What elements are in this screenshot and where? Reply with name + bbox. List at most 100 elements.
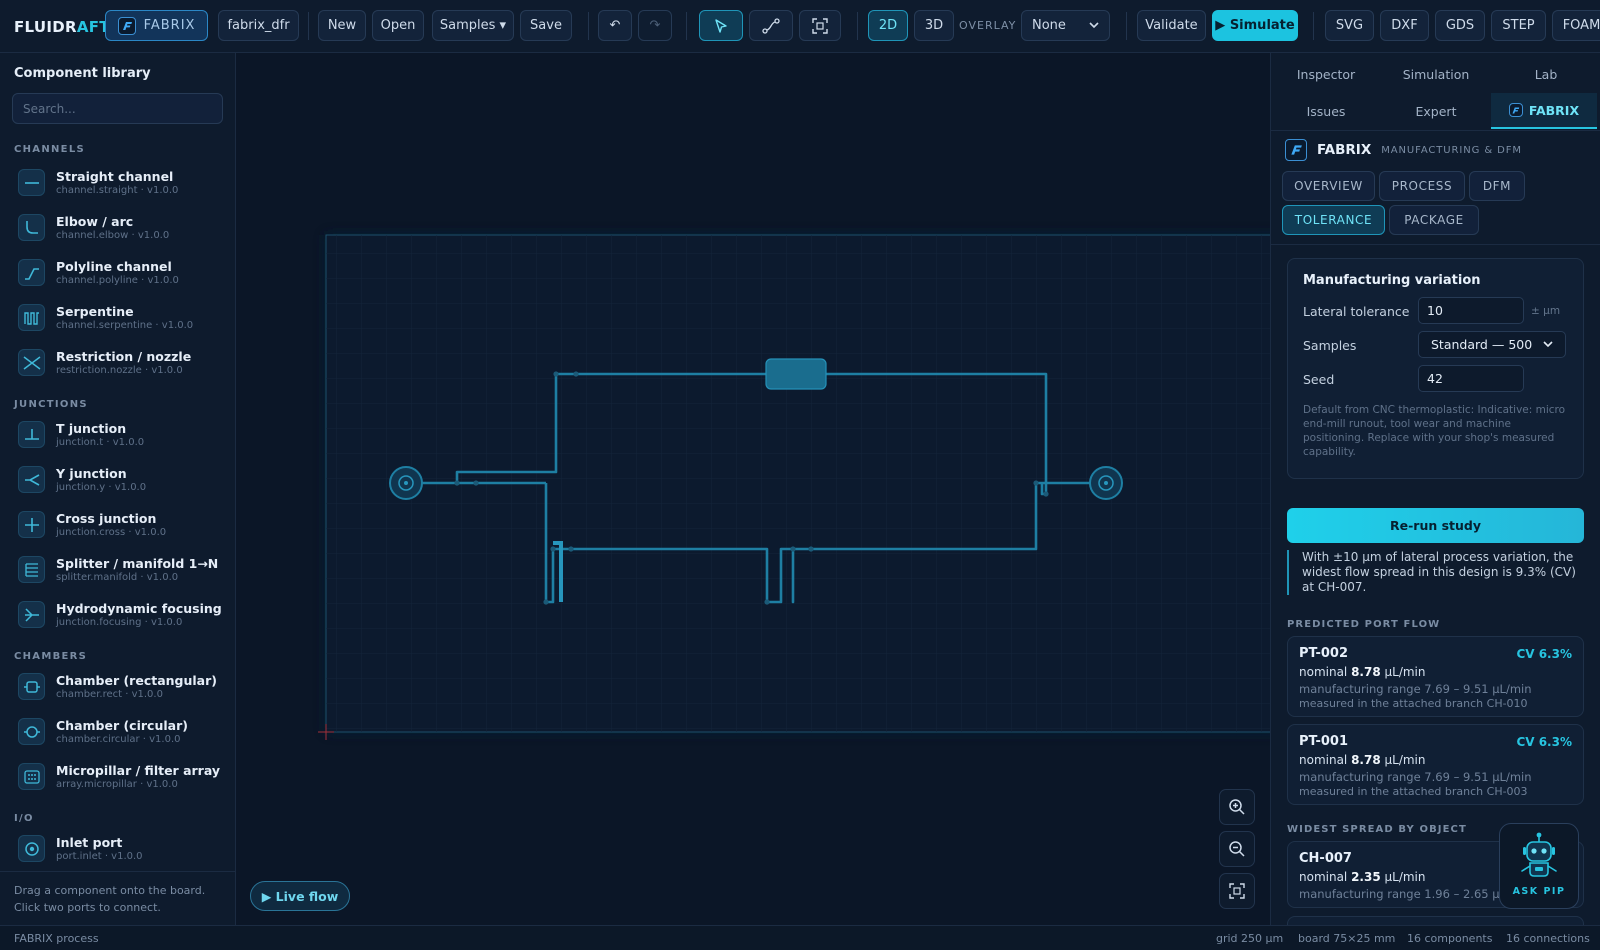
port-id: PT-001 bbox=[1299, 734, 1349, 749]
component-name: Cross junction bbox=[56, 511, 157, 526]
tab-divider bbox=[1271, 130, 1600, 131]
lateral-tolerance-input[interactable]: 10 bbox=[1418, 297, 1524, 324]
component-id: array.micropillar · v1.0.0 bbox=[56, 779, 178, 790]
samples-select[interactable]: Standard — 500 bbox=[1418, 331, 1566, 358]
view-3d-toggle[interactable]: 3D bbox=[914, 10, 954, 41]
tab-inspector[interactable]: Inspector bbox=[1271, 56, 1381, 92]
t-junction-icon bbox=[18, 421, 45, 448]
open-button[interactable]: Open bbox=[372, 10, 424, 41]
export-dxf-button[interactable]: DXF bbox=[1380, 10, 1429, 41]
new-button[interactable]: New bbox=[318, 10, 366, 41]
variation-title: Manufacturing variation bbox=[1303, 273, 1481, 288]
component-item[interactable]: Restriction / nozzle restriction.nozzle ·… bbox=[12, 343, 226, 385]
ask-pip-button[interactable]: ASK PIP bbox=[1499, 823, 1579, 909]
component-item[interactable]: Straight channel channel.straight · v1.0.… bbox=[12, 163, 226, 205]
fit-board-button[interactable] bbox=[1219, 873, 1255, 909]
file-name-field[interactable]: fabrix_dfr bbox=[218, 10, 299, 41]
tab-fabrix[interactable]: FABRIX bbox=[1491, 93, 1597, 129]
export-svg-button[interactable]: SVG bbox=[1325, 10, 1374, 41]
file-name: fabrix_dfr bbox=[227, 18, 290, 33]
port-flow-card[interactable]: PT-002 CV 6.3% nominal 8.78 µL/min manuf… bbox=[1287, 636, 1584, 717]
port-branch: measured in the attached branch CH-010 bbox=[1299, 697, 1528, 710]
board-drawing bbox=[318, 234, 1270, 740]
category-junctions: JUNCTIONS bbox=[14, 399, 88, 410]
validate-button[interactable]: Validate bbox=[1137, 10, 1206, 41]
zoom-in-icon bbox=[1229, 799, 1245, 815]
tab-issues[interactable]: Issues bbox=[1271, 93, 1381, 129]
subtab-dfm[interactable]: DFM bbox=[1469, 171, 1525, 201]
component-name: Y junction bbox=[56, 466, 127, 481]
component-item[interactable]: Polyline channel channel.polyline · v1.0.… bbox=[12, 253, 226, 295]
category-io: I/O bbox=[14, 813, 34, 824]
rect-chamber-icon bbox=[18, 673, 45, 700]
tab-expert[interactable]: Expert bbox=[1381, 93, 1491, 129]
component-id: chamber.rect · v1.0.0 bbox=[56, 689, 163, 700]
fabrix-mode-label: FABRIX bbox=[143, 18, 196, 33]
component-name: Splitter / manifold 1→N bbox=[56, 556, 219, 571]
component-item[interactable]: Splitter / manifold 1→N splitter.manifold… bbox=[12, 550, 226, 592]
subtab-tolerance[interactable]: TOLERANCE bbox=[1282, 205, 1385, 235]
object-spread-card[interactable] bbox=[1287, 916, 1584, 925]
component-item[interactable]: Micropillar / filter array array.micropil… bbox=[12, 757, 226, 799]
subtab-overview[interactable]: OVERVIEW bbox=[1282, 171, 1375, 201]
port-flow-card[interactable]: PT-001 CV 6.3% nominal 8.78 µL/min manuf… bbox=[1287, 724, 1584, 805]
toolbar-divider bbox=[308, 12, 309, 40]
status-grid: grid 250 µm bbox=[1216, 932, 1284, 945]
nominal-prefix: nominal bbox=[1299, 870, 1352, 884]
component-item[interactable]: T junction junction.t · v1.0.0 bbox=[12, 415, 226, 457]
component-item[interactable]: Serpentine channel.serpentine · v1.0.0 bbox=[12, 298, 226, 340]
port-id: PT-002 bbox=[1299, 646, 1349, 661]
seed-input[interactable]: 42 bbox=[1418, 365, 1524, 392]
component-name: Micropillar / filter array bbox=[56, 763, 221, 778]
export-gds-button[interactable]: GDS bbox=[1435, 10, 1485, 41]
component-item[interactable]: Inlet port port.inlet · v1.0.0 bbox=[12, 829, 226, 871]
live-flow-button[interactable]: ▶ Live flow bbox=[250, 881, 350, 911]
route-tool-button[interactable] bbox=[749, 10, 793, 41]
elbow-icon bbox=[18, 214, 45, 241]
tab-simulation[interactable]: Simulation bbox=[1381, 56, 1491, 92]
component-item[interactable]: Elbow / arc channel.elbow · v1.0.0 bbox=[12, 208, 226, 250]
subtab-package[interactable]: PACKAGE bbox=[1389, 205, 1479, 235]
inlet-port bbox=[389, 466, 423, 500]
design-canvas[interactable]: ▶ Live flow bbox=[236, 53, 1270, 925]
subtab-process[interactable]: PROCESS bbox=[1379, 171, 1465, 201]
rerun-study-button[interactable]: Re-run study bbox=[1287, 508, 1584, 543]
status-process: FABRIX process bbox=[14, 932, 99, 945]
fit-view-button[interactable] bbox=[799, 10, 841, 41]
polyline-icon bbox=[18, 259, 45, 286]
fabrix-logo-icon bbox=[1508, 103, 1523, 117]
redo-button[interactable]: ↷ bbox=[638, 10, 672, 41]
component-id: junction.focusing · v1.0.0 bbox=[56, 617, 183, 628]
app-logo: FLUIDRAFT bbox=[14, 18, 110, 36]
select-tool-button[interactable] bbox=[699, 10, 743, 41]
tab-lab[interactable]: Lab bbox=[1491, 56, 1600, 92]
nozzle-icon bbox=[18, 349, 45, 376]
component-id: junction.cross · v1.0.0 bbox=[56, 527, 167, 538]
port-flow-heading: PREDICTED PORT FLOW bbox=[1287, 619, 1441, 630]
export-foam-button[interactable]: FOAM bbox=[1552, 10, 1600, 41]
save-button[interactable]: Save bbox=[520, 10, 572, 41]
simulate-button[interactable]: ▶ Simulate bbox=[1212, 10, 1298, 41]
category-channels: CHANNELS bbox=[14, 144, 85, 155]
component-item[interactable]: Hydrodynamic focusing junction.focusing ·… bbox=[12, 595, 226, 637]
fabrix-mode-button[interactable]: FABRIX bbox=[105, 10, 208, 41]
samples-dropdown[interactable]: Samples ▾ bbox=[432, 10, 514, 41]
status-components: 16 components bbox=[1407, 932, 1493, 945]
right-panel: Inspector Simulation Lab Issues Expert F… bbox=[1270, 53, 1600, 925]
component-item[interactable]: Chamber (rectangular) chamber.rect · v1.0… bbox=[12, 667, 226, 709]
nominal-unit: µL/min bbox=[1380, 753, 1426, 767]
component-name: Polyline channel bbox=[56, 259, 172, 274]
library-search-input[interactable] bbox=[12, 93, 223, 124]
component-name: Hydrodynamic focusing bbox=[56, 601, 222, 616]
zoom-in-button[interactable] bbox=[1219, 789, 1255, 825]
undo-button[interactable]: ↶ bbox=[598, 10, 632, 41]
samples-value: Standard — 500 bbox=[1431, 337, 1533, 352]
zoom-out-button[interactable] bbox=[1219, 831, 1255, 867]
component-item[interactable]: Cross junction junction.cross · v1.0.0 bbox=[12, 505, 226, 547]
view-2d-toggle[interactable]: 2D bbox=[868, 10, 908, 41]
export-step-button[interactable]: STEP bbox=[1491, 10, 1546, 41]
overlay-select[interactable]: None bbox=[1021, 10, 1110, 41]
fabrix-logo-icon bbox=[117, 16, 136, 35]
component-item[interactable]: Chamber (circular) chamber.circular · v1.… bbox=[12, 712, 226, 754]
component-item[interactable]: Y junction junction.y · v1.0.0 bbox=[12, 460, 226, 502]
